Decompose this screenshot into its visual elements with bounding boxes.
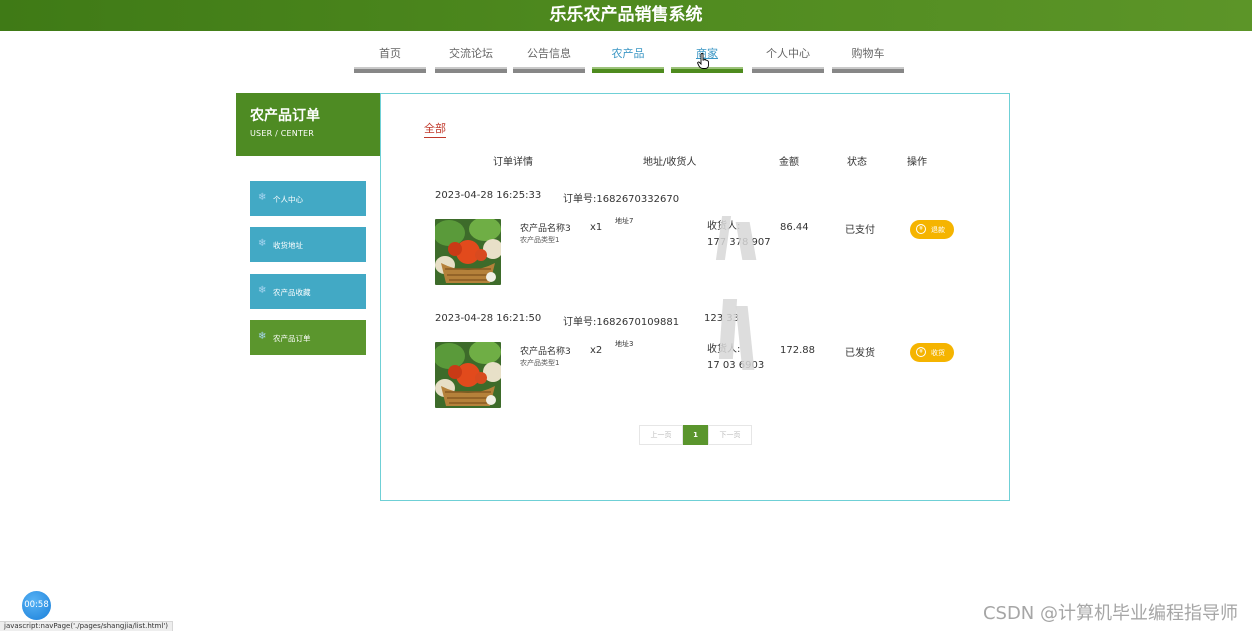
order-address: 地址7	[615, 217, 634, 225]
order-amount: 172.88	[780, 345, 815, 356]
product-name[interactable]: 农产品名称3	[520, 344, 571, 357]
nav-item-forum[interactable]: 交流论坛	[435, 40, 507, 73]
nav-item-cart[interactable]: 购物车	[832, 40, 904, 73]
nav-underline	[513, 67, 585, 73]
column-header-amount: 金额	[779, 157, 799, 168]
sidebar-title: 农产品订单	[250, 108, 320, 124]
order-address: 地址3	[615, 340, 634, 348]
confirm-receipt-button[interactable]: ¥ 收货	[910, 343, 954, 362]
nav-item-user-center[interactable]: 个人中心	[752, 40, 824, 73]
column-header-address: 地址/收货人	[643, 157, 697, 168]
confirm-receipt-button-label: 收货	[931, 349, 945, 357]
yen-icon: ¥	[916, 224, 926, 234]
column-header-actions: 操作	[907, 157, 927, 168]
sidebar-item-favorites[interactable]: ❄ 农产品收藏	[250, 274, 366, 309]
recording-timer[interactable]: 00:58	[22, 591, 51, 620]
nav-item-label: 首页	[379, 47, 401, 60]
order-datetime: 2023-04-28 16:25:33	[435, 190, 542, 201]
pager-next-button[interactable]: 下一页	[708, 425, 752, 445]
sidebar-header: 农产品订单 USER / CENTER	[236, 93, 380, 156]
tab-all[interactable]: 全部	[424, 120, 446, 138]
order-phone: 17 03 6903	[707, 360, 765, 371]
order-status: 已支付	[845, 225, 875, 236]
product-name[interactable]: 农产品名称3	[520, 221, 571, 234]
sidebar-item-label: 收货地址	[273, 241, 303, 250]
nav-underline	[752, 67, 824, 73]
order-quantity: x1	[590, 222, 603, 233]
refund-button-label: 退款	[931, 226, 945, 234]
nav-item-label: 交流论坛	[449, 47, 493, 60]
sidebar-item-label: 农产品收藏	[273, 288, 311, 297]
sidebar-item-orders[interactable]: ❄ 农产品订单	[250, 320, 366, 355]
nav-item-label: 公告信息	[527, 47, 571, 60]
snowflake-icon: ❄	[258, 331, 267, 342]
column-header-status: 状态	[847, 157, 867, 168]
order-amount: 86.44	[780, 222, 809, 233]
header-bar: 乐乐农产品销售系统	[0, 0, 1252, 31]
product-image[interactable]	[435, 342, 501, 408]
yen-icon: ¥	[916, 347, 926, 357]
snowflake-icon: ❄	[258, 192, 267, 203]
sidebar-item-label: 农产品订单	[273, 334, 311, 343]
nav-item-announcements[interactable]: 公告信息	[513, 40, 585, 73]
snowflake-icon: ❄	[258, 285, 267, 296]
column-header-details: 订单详情	[493, 157, 533, 168]
refund-button[interactable]: ¥ 退款	[910, 220, 954, 239]
snowflake-icon: ❄	[258, 238, 267, 249]
hand-cursor-icon	[697, 53, 709, 73]
watermark-text: CSDN @计算机毕业编程指导师	[982, 603, 1238, 624]
pager-page-button[interactable]: 1	[683, 425, 708, 445]
nav-item-label: 购物车	[851, 47, 885, 60]
order-datetime: 2023-04-28 16:21:50	[435, 313, 542, 324]
sidebar-item-user-center[interactable]: ❄ 个人中心	[250, 181, 366, 216]
product-type: 农产品类型1	[520, 359, 560, 367]
nav-underline-active	[592, 67, 664, 73]
product-image[interactable]	[435, 219, 501, 285]
site-title: 乐乐农产品销售系统	[549, 5, 703, 25]
order-status: 已发货	[845, 348, 875, 359]
sidebar-subtitle: USER / CENTER	[250, 129, 315, 138]
sidebar-item-address[interactable]: ❄ 收货地址	[250, 227, 366, 262]
orders-panel: 全部 订单详情 地址/收货人 金额 状态 操作 2023-04-28 16:25…	[380, 93, 1010, 501]
product-type: 农产品类型1	[520, 236, 560, 244]
order-number: 订单号:1682670332670	[563, 194, 680, 205]
nav-item-products[interactable]: 农产品	[592, 40, 664, 73]
nav-item-label: 个人中心	[766, 47, 810, 60]
nav-underline	[832, 67, 904, 73]
order-quantity: x2	[590, 345, 603, 356]
order-number: 订单号:1682670109881	[563, 317, 680, 328]
nav-item-label: 农产品	[611, 47, 645, 60]
pager-prev-button[interactable]: 上一页	[639, 425, 683, 445]
sidebar-item-label: 个人中心	[273, 195, 303, 204]
nav-underline	[354, 67, 426, 73]
nav-underline	[435, 67, 507, 73]
nav-item-home[interactable]: 首页	[354, 40, 426, 73]
